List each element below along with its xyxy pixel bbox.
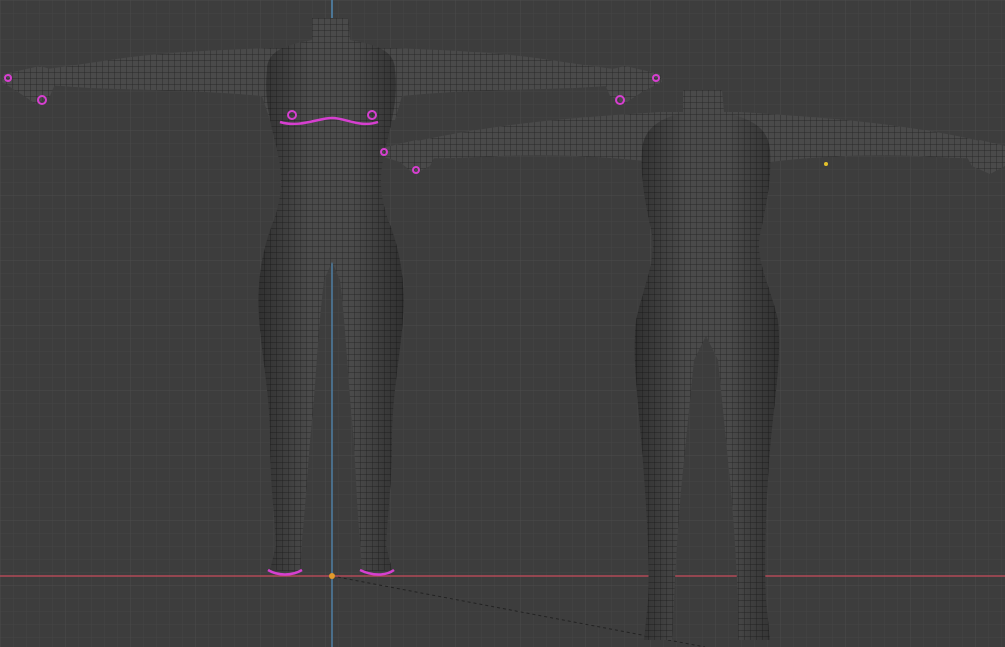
3d-viewport[interactable]	[0, 0, 1005, 647]
viewport-canvas[interactable]	[0, 0, 1005, 647]
viewport-grid	[0, 0, 1005, 647]
back-selected-point-arm	[824, 162, 828, 166]
world-origin-point[interactable]	[329, 573, 335, 579]
